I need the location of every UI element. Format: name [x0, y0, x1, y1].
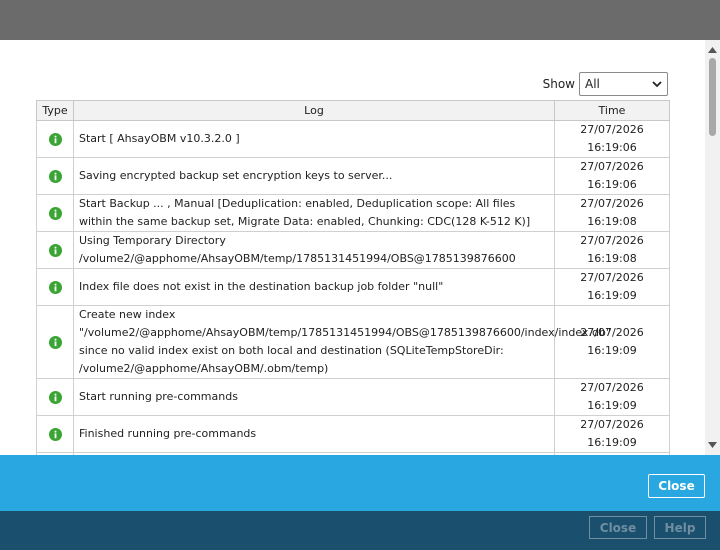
log-time-cell: 27/07/2026 16:19:06	[554, 157, 670, 195]
table-row[interactable]: Finished running pre-commands 27/07/2026 1…	[36, 415, 670, 453]
log-time-cell: 27/07/2026 16:19:09	[554, 415, 670, 453]
scrollbar-thumb[interactable]	[709, 58, 716, 136]
log-time: 16:19:09	[587, 399, 637, 412]
log-time-cell: 27/07/2026 16:19:09	[554, 305, 670, 379]
chevron-down-icon	[652, 81, 662, 88]
log-type-cell	[36, 378, 74, 416]
scroll-down-arrow-icon[interactable]	[708, 442, 717, 449]
table-row[interactable]: Index file does not exist in the destina…	[36, 268, 670, 306]
log-filter: Show All	[543, 72, 668, 96]
log-time-cell: 27/07/2026 16:19:08	[554, 231, 670, 269]
log-time-cell: 27/07/2026 16:19:09	[554, 268, 670, 306]
log-table-body: Start [ AhsayOBM v10.3.2.0 ] 27/07/2026 16…	[36, 120, 670, 455]
log-message: Index file does not exist in the destina…	[73, 268, 555, 306]
log-message: Create new index "/volume2/@apphome/Ahsa…	[73, 305, 611, 379]
background-help-button: Help	[654, 516, 706, 539]
table-row[interactable]: Using Temporary Directory /volume2/@apph…	[36, 231, 670, 269]
log-type-cell	[36, 231, 74, 269]
close-button[interactable]: Close	[648, 474, 705, 498]
table-row[interactable]: Start [ AhsayOBM v10.3.2.0 ] 27/07/2026 16…	[36, 120, 670, 158]
column-header-type[interactable]: Type	[36, 100, 74, 121]
log-type-cell	[36, 415, 74, 453]
log-message: Using Temporary Directory /volume2/@apph…	[73, 231, 555, 269]
log-date: 27/07/2026	[580, 234, 644, 247]
table-row[interactable]: Create new index "/volume2/@apphome/Ahsa…	[36, 305, 670, 379]
log-dialog-content: Show All Type Log Time Start [ AhsayOBM …	[0, 40, 720, 455]
info-icon	[48, 243, 62, 257]
log-time: 16:19:06	[587, 141, 637, 154]
log-date: 27/07/2026	[580, 160, 644, 173]
table-row[interactable]: Start running pre-commands 27/07/2026 16:1…	[36, 378, 670, 416]
log-message: Start running pre-commands	[73, 378, 555, 416]
log-type-cell	[36, 157, 74, 195]
log-date: 27/07/2026	[580, 418, 644, 431]
log-message: Start [ AhsayOBM v10.3.2.0 ]	[73, 120, 555, 158]
show-filter-select[interactable]: All	[579, 72, 668, 96]
log-table: Type Log Time Start [ AhsayOBM v10.3.2.0…	[36, 100, 670, 455]
table-header-row: Type Log Time	[36, 100, 670, 121]
info-icon	[48, 280, 62, 294]
background-close-button: Close	[589, 516, 647, 539]
info-icon	[48, 206, 62, 220]
log-date: 27/07/2026	[580, 123, 644, 136]
column-header-time[interactable]: Time	[554, 100, 670, 121]
log-time-cell: 27/07/2026 16:19:08	[554, 194, 670, 232]
log-time: 16:19:09	[587, 289, 637, 302]
log-type-cell	[36, 305, 74, 379]
log-time-cell: 27/07/2026 16:19:06	[554, 120, 670, 158]
log-time: 16:19:06	[587, 178, 637, 191]
log-time: 16:19:08	[587, 215, 637, 228]
scroll-up-arrow-icon[interactable]	[708, 46, 717, 53]
table-row[interactable]: Saving encrypted backup set encryption k…	[36, 157, 670, 195]
log-message: Saving encrypted backup set encryption k…	[73, 157, 555, 195]
log-message: Start Backup ... , Manual [Deduplication…	[73, 194, 555, 232]
log-type-cell	[36, 268, 74, 306]
column-header-log[interactable]: Log	[73, 100, 555, 121]
vertical-scrollbar[interactable]	[705, 40, 720, 455]
info-icon	[48, 390, 62, 404]
overlay-header	[0, 0, 720, 40]
show-filter-value: All	[585, 77, 600, 91]
log-time-cell: 27/07/2026 16:19:09	[554, 378, 670, 416]
log-message: Finished running pre-commands	[73, 415, 555, 453]
dialog-footer: Close	[0, 455, 720, 511]
log-date: 27/07/2026	[580, 197, 644, 210]
log-type-cell	[36, 194, 74, 232]
log-time: 16:19:09	[587, 436, 637, 449]
log-date: 27/07/2026	[580, 271, 644, 284]
log-time: 16:19:08	[587, 252, 637, 265]
log-time: 16:19:09	[587, 344, 637, 357]
info-icon	[48, 335, 62, 349]
log-type-cell	[36, 120, 74, 158]
info-icon	[48, 427, 62, 441]
log-date: 27/07/2026	[580, 381, 644, 394]
info-icon	[48, 169, 62, 183]
table-row[interactable]: Start Backup ... , Manual [Deduplication…	[36, 194, 670, 232]
info-icon	[48, 132, 62, 146]
show-filter-label: Show	[542, 77, 575, 91]
background-action-bar: Close Help	[0, 511, 720, 550]
